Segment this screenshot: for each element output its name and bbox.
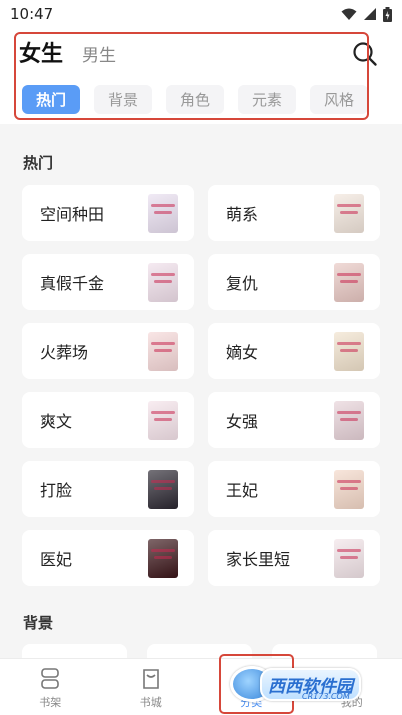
hot-category-grid: 空间种田 萌系真假千金 复仇火葬场 嫡女爽文 女强打脸 王妃医妃 家长里短 — [22, 185, 380, 586]
filter-style[interactable]: 风格 — [310, 85, 368, 114]
header: 女生 男生 热门 背景 角色 元素 风格 — [0, 28, 402, 124]
wifi-icon — [341, 8, 357, 20]
book-cover-image — [334, 539, 364, 578]
tab-male[interactable]: 男生 — [82, 41, 116, 66]
category-label: 复仇 — [226, 274, 259, 293]
search-button[interactable] — [352, 41, 378, 67]
filter-background[interactable]: 背景 — [94, 85, 152, 114]
category-content[interactable]: 热门 空间种田 萌系真假千金 复仇火葬场 嫡女爽文 女强打脸 王妃医妃 家长里短 背景 — [0, 134, 402, 658]
category-card[interactable]: 真假千金 — [22, 254, 194, 310]
nav-bookstore[interactable]: 书城 — [101, 659, 202, 715]
book-cover-image — [334, 470, 364, 509]
book-cover-image — [148, 539, 178, 578]
category-label: 火葬场 — [40, 343, 89, 362]
section-title-hot: 热门 — [23, 154, 54, 172]
bookshelf-icon — [41, 668, 60, 689]
book-cover-image — [148, 263, 178, 302]
battery-icon — [383, 6, 392, 22]
background-category-row — [22, 644, 380, 658]
book-cover-image — [334, 194, 364, 233]
category-card[interactable]: 打脸 — [22, 461, 194, 517]
search-icon — [353, 42, 377, 66]
section-title-background: 背景 — [23, 614, 54, 632]
category-card[interactable]: 萌系 — [208, 185, 380, 241]
category-card[interactable]: 复仇 — [208, 254, 380, 310]
category-card[interactable]: 医妃 — [22, 530, 194, 586]
category-card[interactable] — [272, 644, 377, 658]
category-label: 爽文 — [40, 412, 73, 431]
book-cover-image — [148, 194, 178, 233]
category-card[interactable]: 空间种田 — [22, 185, 194, 241]
signal-icon — [364, 8, 376, 20]
status-icons — [341, 6, 392, 22]
book-cover-image — [334, 332, 364, 371]
status-bar: 10:47 — [0, 0, 402, 28]
book-cover-image — [334, 401, 364, 440]
category-label: 嫡女 — [226, 343, 259, 362]
bookstore-icon — [142, 669, 159, 689]
nav-bookshelf[interactable]: 书架 — [0, 659, 101, 715]
filter-hot[interactable]: 热门 — [22, 85, 80, 114]
category-card[interactable]: 火葬场 — [22, 323, 194, 379]
nav-label: 书城 — [139, 696, 162, 709]
filter-role[interactable]: 角色 — [166, 85, 224, 114]
category-card[interactable]: 王妃 — [208, 461, 380, 517]
category-label: 打脸 — [40, 481, 73, 500]
category-label: 家长里短 — [226, 550, 291, 569]
watermark: 西西软件园 CR173.COM — [230, 664, 380, 704]
filter-element[interactable]: 元素 — [238, 85, 296, 114]
category-label: 医妃 — [40, 550, 73, 569]
category-card[interactable] — [22, 644, 127, 658]
tab-female[interactable]: 女生 — [19, 36, 63, 68]
category-label: 女强 — [226, 412, 259, 431]
category-label: 空间种田 — [40, 205, 105, 224]
book-cover-image — [334, 263, 364, 302]
category-label: 萌系 — [226, 205, 259, 224]
category-label: 真假千金 — [40, 274, 105, 293]
category-card[interactable]: 爽文 — [22, 392, 194, 448]
category-card[interactable]: 女强 — [208, 392, 380, 448]
category-card[interactable] — [147, 644, 252, 658]
category-label: 王妃 — [226, 481, 259, 500]
category-card[interactable]: 家长里短 — [208, 530, 380, 586]
status-time: 10:47 — [10, 5, 54, 23]
book-cover-image — [148, 470, 178, 509]
book-cover-image — [148, 401, 178, 440]
filter-row: 热门 背景 角色 元素 风格 — [22, 85, 368, 114]
category-card[interactable]: 嫡女 — [208, 323, 380, 379]
nav-label: 书架 — [39, 696, 62, 709]
watermark-subtext: CR173.COM — [302, 692, 350, 701]
book-cover-image — [148, 332, 178, 371]
